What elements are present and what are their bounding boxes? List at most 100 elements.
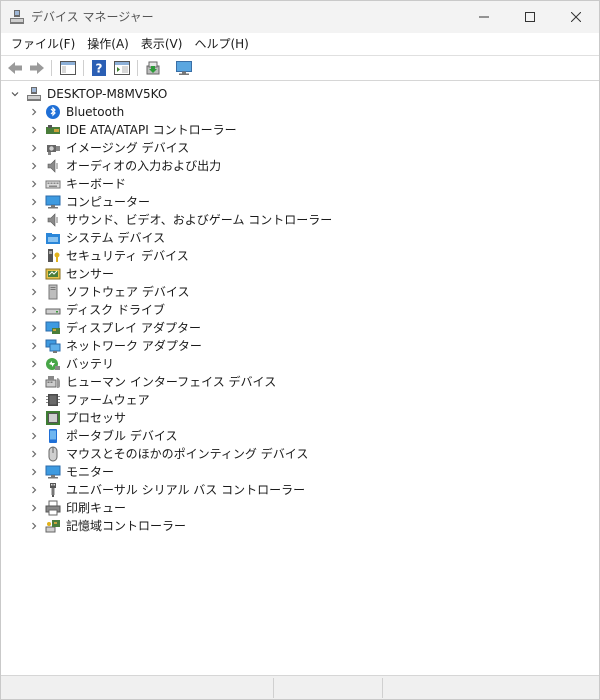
chevron-right-icon[interactable] — [29, 107, 39, 117]
chevron-right-icon[interactable] — [29, 449, 39, 459]
tree-item[interactable]: ネットワーク アダプター — [1, 337, 599, 355]
forward-button[interactable] — [28, 59, 46, 77]
tree-item-label: モニター — [66, 465, 115, 479]
system-folder-icon — [46, 233, 60, 244]
show-hide-console-tree-button[interactable] — [59, 59, 77, 77]
tree-item[interactable]: オーディオの入力および出力 — [1, 157, 599, 175]
tree-item-label: イメージング デバイス — [66, 141, 190, 155]
chevron-right-icon[interactable] — [29, 485, 39, 495]
battery-icon — [46, 358, 60, 370]
forward-arrow-icon — [30, 62, 44, 74]
tree-item-label: プロセッサ — [66, 411, 127, 425]
chevron-right-icon[interactable] — [29, 341, 39, 351]
portable-device-icon — [49, 429, 57, 443]
chevron-right-icon[interactable] — [29, 233, 39, 243]
tree-item-label: ディスク ドライブ — [66, 303, 165, 317]
minimize-button[interactable] — [461, 1, 507, 33]
console-tree-icon — [60, 61, 76, 75]
toolbar-divider — [51, 60, 52, 76]
update-driver-button[interactable] — [144, 59, 162, 77]
tree-item[interactable]: セキュリティ デバイス — [1, 247, 599, 265]
speaker-icon — [47, 213, 58, 227]
chevron-right-icon[interactable] — [29, 413, 39, 423]
tree-item[interactable]: イメージング デバイス — [1, 139, 599, 157]
tree-item-label: システム デバイス — [66, 231, 166, 245]
chevron-right-icon[interactable] — [29, 269, 39, 279]
tree-item[interactable]: ポータブル デバイス — [1, 427, 599, 445]
tree-item[interactable]: コンピューター — [1, 193, 599, 211]
tree-item[interactable]: センサー — [1, 265, 599, 283]
menu-action[interactable]: 操作(A) — [81, 33, 135, 55]
printer-icon — [45, 500, 61, 516]
minimize-icon — [479, 16, 489, 18]
close-button[interactable] — [553, 1, 599, 33]
chevron-right-icon[interactable] — [29, 143, 39, 153]
maximize-button[interactable] — [507, 1, 553, 33]
tree-item[interactable]: サウンド、ビデオ、およびゲーム コントローラー — [1, 211, 599, 229]
tree-item[interactable]: マウスとそのほかのポインティング デバイス — [1, 445, 599, 463]
tree-item-label: ファームウェア — [66, 393, 150, 407]
menu-file[interactable]: ファイル(F) — [5, 33, 81, 55]
chevron-right-icon[interactable] — [29, 521, 39, 531]
chevron-right-icon[interactable] — [29, 395, 39, 405]
tree-item-label: オーディオの入力および出力 — [66, 159, 222, 173]
back-button[interactable] — [6, 59, 24, 77]
chevron-right-icon[interactable] — [29, 251, 39, 261]
tree-root-label: DESKTOP-M8MV5KO — [47, 87, 168, 101]
tree-item[interactable]: 印刷キュー — [1, 499, 599, 517]
tree-item[interactable]: ユニバーサル シリアル バス コントローラー — [1, 481, 599, 499]
chevron-right-icon[interactable] — [29, 161, 39, 171]
tree-item[interactable]: ディスク ドライブ — [1, 301, 599, 319]
speaker-icon — [47, 159, 58, 173]
tree-item-label: センサー — [66, 267, 115, 281]
menu-view[interactable]: 表示(V) — [135, 33, 189, 55]
chevron-right-icon[interactable] — [29, 179, 39, 189]
toolbar: ? — [1, 56, 599, 80]
sensor-icon — [45, 268, 61, 280]
menu-help[interactable]: ヘルプ(H) — [188, 33, 254, 55]
chevron-down-icon[interactable] — [10, 89, 20, 99]
tree-root-node[interactable]: DESKTOP-M8MV5KO — [1, 85, 599, 103]
chevron-right-icon[interactable] — [29, 503, 39, 513]
tree-item[interactable]: 記憶域コントローラー — [1, 517, 599, 535]
software-device-icon — [48, 284, 58, 300]
chevron-right-icon[interactable] — [29, 287, 39, 297]
tree-item[interactable]: モニター — [1, 463, 599, 481]
scan-hardware-changes-button[interactable] — [175, 59, 193, 77]
tree-item[interactable]: バッテリ — [1, 355, 599, 373]
chevron-right-icon[interactable] — [29, 197, 39, 207]
tree-item-label: ソフトウェア デバイス — [66, 285, 190, 299]
chevron-right-icon[interactable] — [29, 467, 39, 477]
tree-item-label: IDE ATA/ATAPI コントローラー — [66, 123, 237, 137]
tree-item-label: マウスとそのほかのポインティング デバイス — [66, 447, 309, 461]
hid-icon — [45, 376, 60, 388]
tree-item[interactable]: ソフトウェア デバイス — [1, 283, 599, 301]
tree-item[interactable]: Bluetooth — [1, 103, 599, 121]
toolbar-divider — [137, 60, 138, 76]
chevron-right-icon[interactable] — [29, 377, 39, 387]
chevron-right-icon[interactable] — [29, 125, 39, 135]
help-button[interactable]: ? — [90, 59, 108, 77]
tree-item[interactable]: ファームウェア — [1, 391, 599, 409]
chevron-right-icon[interactable] — [29, 323, 39, 333]
chevron-right-icon[interactable] — [29, 431, 39, 441]
tree-item-label: コンピューター — [66, 195, 151, 209]
device-manager-app-icon — [10, 10, 24, 24]
tree-item[interactable]: キーボード — [1, 175, 599, 193]
status-bar — [1, 675, 599, 699]
help-icon: ? — [92, 60, 106, 76]
tree-item[interactable]: IDE ATA/ATAPI コントローラー — [1, 121, 599, 139]
tree-item[interactable]: プロセッサ — [1, 409, 599, 427]
device-manager-window: デバイス マネージャー ファイル(F) 操作(A) 表示(V) ヘルプ(H) ?… — [0, 0, 600, 700]
tree-item[interactable]: ヒューマン インターフェイス デバイス — [1, 373, 599, 391]
chevron-right-icon[interactable] — [29, 215, 39, 225]
chevron-right-icon[interactable] — [29, 305, 39, 315]
tree-item[interactable]: ディスプレイ アダプター — [1, 319, 599, 337]
chevron-right-icon[interactable] — [29, 359, 39, 369]
title-bar[interactable]: デバイス マネージャー — [1, 1, 599, 33]
ide-controller-icon — [46, 125, 60, 134]
tree-item[interactable]: システム デバイス — [1, 229, 599, 247]
status-pane — [382, 678, 491, 698]
tree-item-label: セキュリティ デバイス — [66, 249, 189, 263]
properties-button[interactable] — [113, 59, 131, 77]
